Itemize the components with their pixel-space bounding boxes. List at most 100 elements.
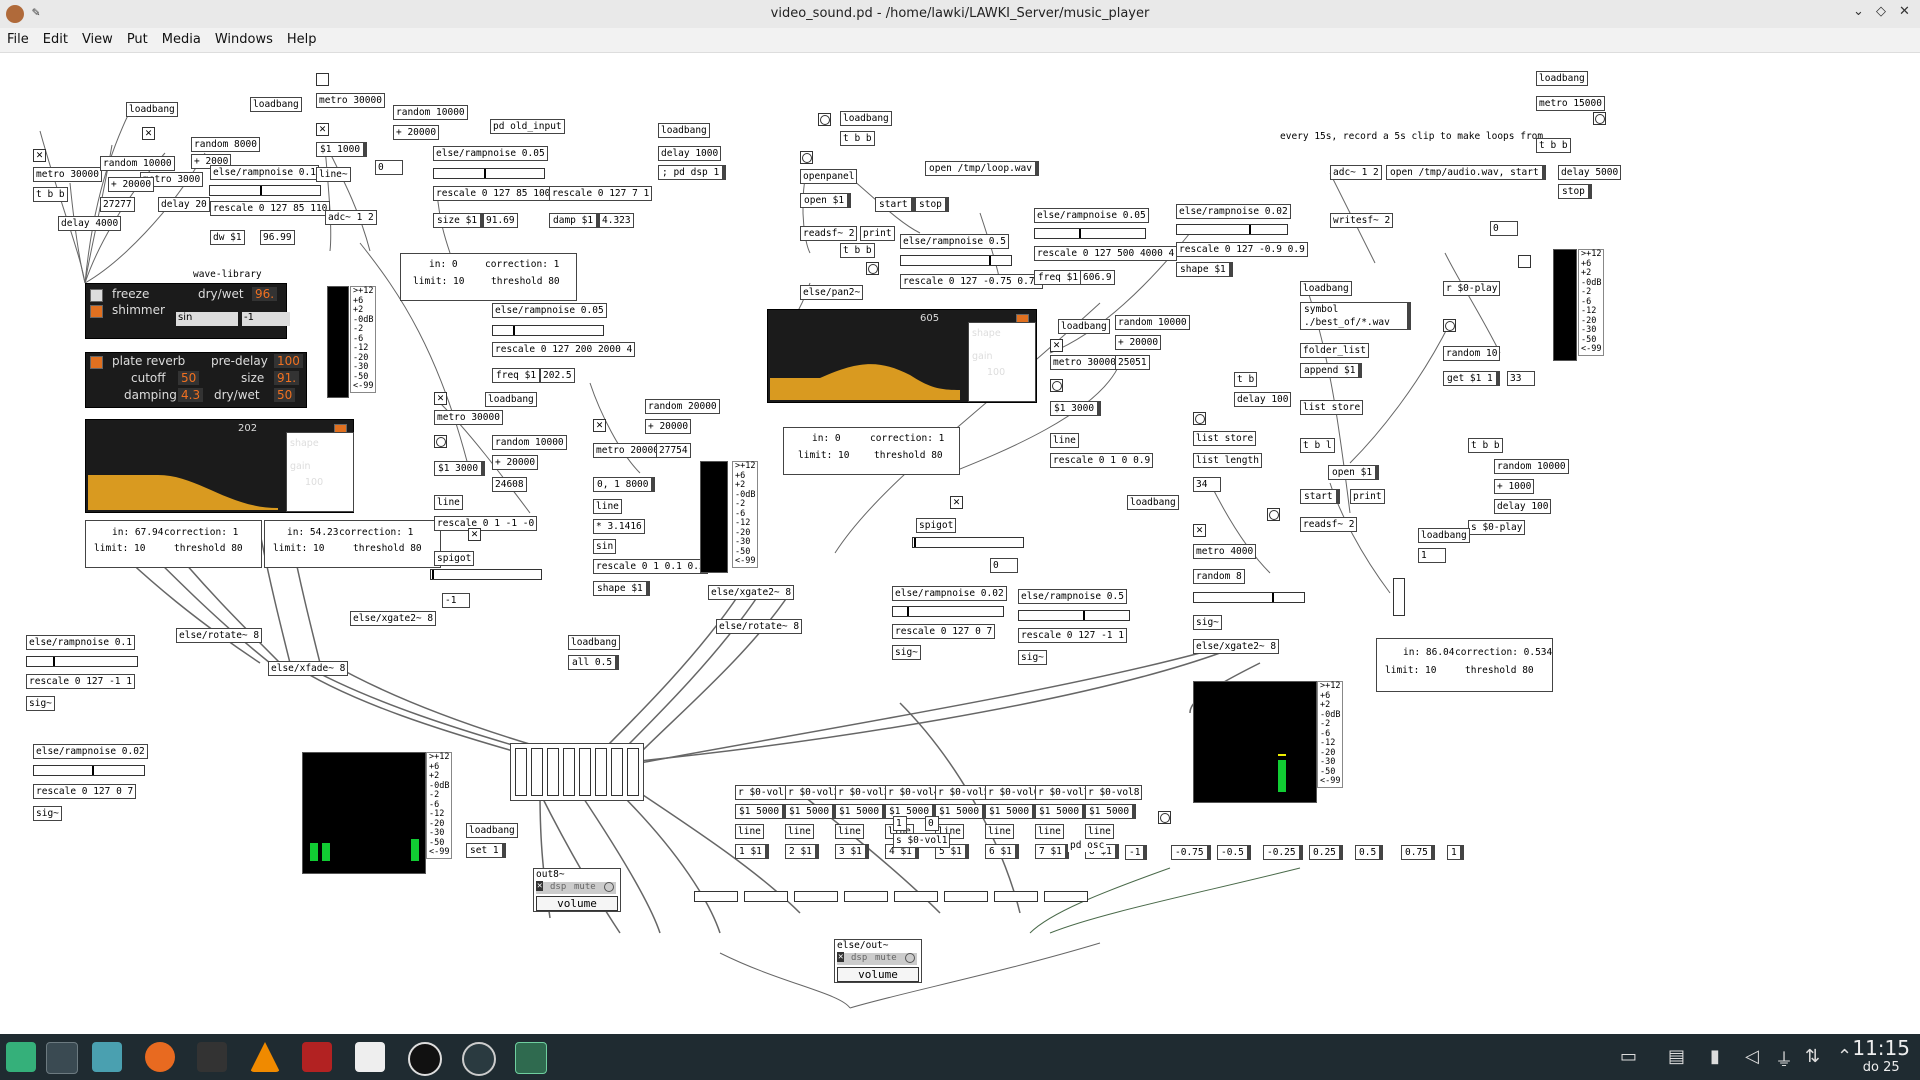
receive-object[interactable]: r $0-vol2	[785, 785, 843, 800]
dsp-toggle[interactable]: ✕	[536, 881, 544, 891]
loadbang[interactable]: loadbang	[658, 123, 710, 138]
trigger-object[interactable]: t b b	[1536, 138, 1571, 153]
drywet-value[interactable]: 50	[274, 388, 296, 402]
number-box[interactable]: 0	[925, 816, 939, 831]
pan-message[interactable]: -0.75	[1171, 845, 1211, 860]
loadbang[interactable]: loadbang	[126, 102, 178, 117]
metro-object[interactable]: metro 30000	[33, 167, 102, 182]
menu-media[interactable]: Media	[155, 28, 208, 47]
menu-view[interactable]: View	[75, 28, 120, 47]
sync-icon[interactable]	[462, 1042, 496, 1076]
menu-windows[interactable]: Windows	[208, 28, 280, 47]
random-object[interactable]: random 10000	[100, 156, 175, 171]
line-object[interactable]: line~	[316, 167, 351, 182]
stop-message[interactable]: stop	[1558, 184, 1592, 199]
writesf-object[interactable]: writesf~ 2	[1330, 213, 1394, 228]
rampnoise-object[interactable]: else/rampnoise 0.5	[900, 234, 1009, 249]
hslider[interactable]	[912, 537, 1024, 548]
loadbang[interactable]: loadbang	[568, 635, 620, 650]
loadbang[interactable]: loadbang	[1300, 281, 1352, 296]
loadbang[interactable]: loadbang	[1127, 495, 1179, 510]
gain-value[interactable]: 100	[305, 477, 323, 488]
hslider[interactable]	[1176, 224, 1288, 235]
sig-object[interactable]: sig~	[33, 806, 62, 821]
toggle[interactable]	[316, 73, 329, 86]
toggle[interactable]: ✕	[33, 149, 46, 162]
toggle[interactable]: ✕	[142, 127, 155, 140]
volume-slider[interactable]: volume	[536, 896, 618, 911]
sig-object[interactable]: sig~	[26, 696, 55, 711]
number-box[interactable]: 25051	[1115, 355, 1150, 370]
trigger-object[interactable]: t b l	[1300, 438, 1335, 453]
line-object[interactable]: line	[735, 824, 764, 839]
metro-object[interactable]: metro 30000	[434, 410, 503, 425]
number-box[interactable]: 1	[893, 816, 907, 831]
print-object[interactable]: print	[860, 226, 895, 241]
get-message[interactable]: get $1 1	[1443, 371, 1500, 386]
subpatch-osc[interactable]: pd osc	[1068, 839, 1107, 852]
firefox-icon[interactable]	[145, 1042, 175, 1072]
open-audio-message[interactable]: open /tmp/audio.wav, start	[1386, 165, 1546, 180]
desktop-icon[interactable]: ▭	[1620, 1046, 1637, 1067]
sig-object[interactable]: sig~	[1193, 615, 1222, 630]
rescale-object[interactable]: rescale 0 127 7 1	[549, 186, 653, 201]
openpanel-object[interactable]: openpanel	[800, 169, 858, 184]
pan-message[interactable]: 0.25	[1309, 845, 1343, 860]
message-box[interactable]: 6 $1	[985, 844, 1019, 859]
adc-object[interactable]: adc~ 1 2	[1330, 165, 1382, 180]
add-object[interactable]: + 1000	[1494, 479, 1535, 494]
xfade-object[interactable]: else/xfade~ 8	[268, 661, 349, 676]
number-box[interactable]: 96.99	[260, 230, 295, 245]
sig-object[interactable]: sig~	[1018, 650, 1047, 665]
envelope-curve[interactable]	[770, 320, 970, 400]
send-object[interactable]: s $0-play	[1468, 520, 1526, 535]
pan-message[interactable]: 0.5	[1355, 845, 1384, 860]
spigot-object[interactable]: spigot	[434, 551, 475, 566]
line-object[interactable]: line	[985, 824, 1014, 839]
envelope-panel[interactable]: 605 shape gain 100	[767, 309, 1037, 403]
else-out-object[interactable]: else/out~ ✕ dsp mute volume	[834, 939, 922, 983]
metro-object[interactable]: metro 20000	[593, 443, 662, 458]
close-icon[interactable]: ✕	[1899, 4, 1910, 19]
message-box[interactable]: 3 $1	[835, 844, 869, 859]
message-box[interactable]: $1 3000	[434, 461, 486, 476]
pan-slider[interactable]	[1044, 891, 1088, 902]
add-object[interactable]: + 20000	[1115, 335, 1162, 350]
list-store-object[interactable]: list store	[1193, 431, 1257, 446]
trigger-object[interactable]: t b b	[1468, 438, 1503, 453]
number-box[interactable]: 24608	[492, 477, 527, 492]
patch-canvas[interactable]: loadbang ✕ loadbang ✕ metro 30000 random…	[0, 53, 1920, 1034]
rampnoise-object[interactable]: else/rampnoise 0.05	[1034, 208, 1149, 223]
drywet-value[interactable]: 96.	[252, 287, 278, 301]
delay-object[interactable]: delay 100	[1494, 499, 1552, 514]
line-object[interactable]: line	[1050, 433, 1079, 448]
toggle[interactable]: ✕	[950, 496, 963, 509]
receive-object[interactable]: r $0-play	[1443, 281, 1501, 296]
rotate-object[interactable]: else/rotate~ 8	[176, 628, 263, 643]
line-object[interactable]: line	[1085, 824, 1114, 839]
receive-object[interactable]: r $0-vol8	[1085, 785, 1143, 800]
size-message[interactable]: size $1	[433, 213, 485, 228]
message-box[interactable]: $1 3000	[1050, 401, 1102, 416]
pan-slider[interactable]	[744, 891, 788, 902]
line-object[interactable]: line	[785, 824, 814, 839]
start-message[interactable]: start	[1300, 489, 1340, 504]
random-object[interactable]: random 10000	[492, 435, 567, 450]
cutoff-value[interactable]: 50	[178, 371, 200, 385]
message-box[interactable]: 1 $1	[735, 844, 769, 859]
shimmer-toggle[interactable]	[90, 305, 103, 318]
rescale-object[interactable]: rescale 0 1 0.1 0.5	[593, 559, 708, 574]
receive-object[interactable]: r $0-vol5	[935, 785, 993, 800]
hslider[interactable]	[1018, 610, 1130, 621]
bang-button[interactable]	[1593, 112, 1606, 125]
pan-message[interactable]: -0.25	[1263, 845, 1303, 860]
add-object[interactable]: + 20000	[393, 125, 440, 140]
print-object[interactable]: print	[1350, 489, 1385, 504]
terminal-icon[interactable]	[197, 1042, 227, 1072]
bang-button[interactable]	[800, 151, 813, 164]
number-box[interactable]: -1	[442, 593, 470, 608]
receive-object[interactable]: r $0-vol3	[835, 785, 893, 800]
toggle[interactable]: ✕	[434, 392, 447, 405]
rampnoise-object[interactable]: else/rampnoise 0.02	[33, 744, 148, 759]
loadbang[interactable]: loadbang	[250, 97, 302, 112]
